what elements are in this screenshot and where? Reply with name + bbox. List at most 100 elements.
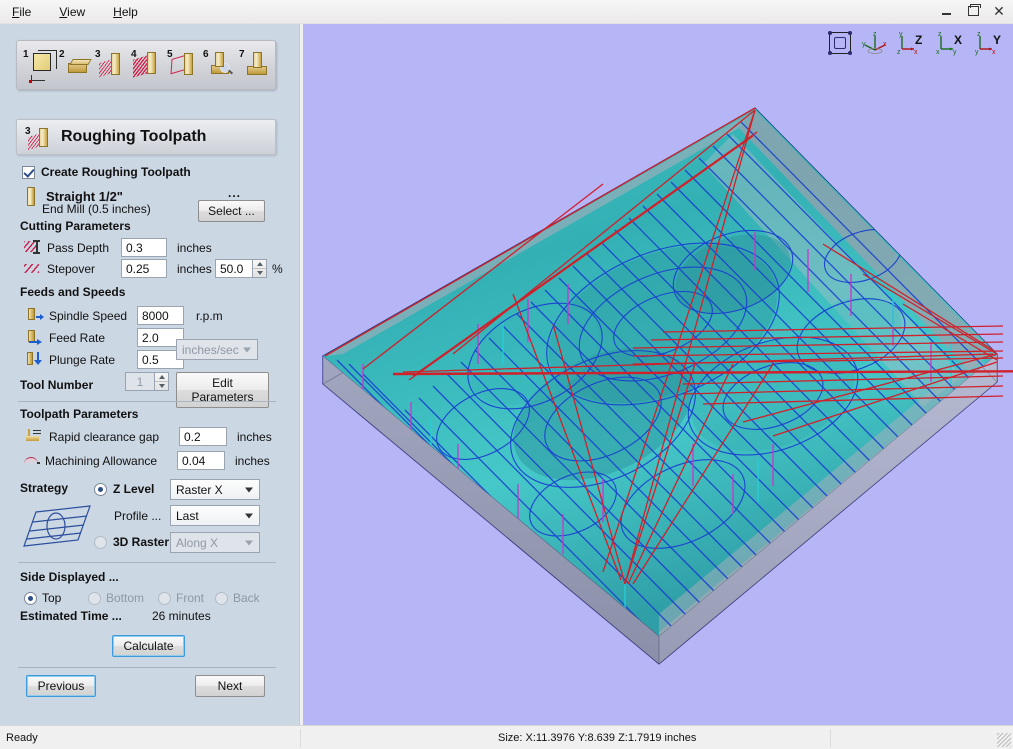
calculate-button[interactable]: Calculate	[112, 635, 185, 657]
menu-bar: File View Help ✕	[0, 0, 1013, 24]
divider-2	[18, 562, 276, 563]
chevron-down-icon	[243, 347, 251, 352]
stepover-label: Stepover	[47, 261, 96, 276]
pass-depth-unit: inches	[177, 240, 212, 255]
step-4-finishing-icon[interactable]: 4	[131, 47, 163, 83]
viewport-view-buttons: z y x y z x Z z x y X z y x Y	[827, 30, 1005, 56]
side-bottom-option: Bottom	[88, 591, 144, 605]
stepover-unit: inches	[177, 261, 212, 276]
side-back-label: Back	[233, 591, 260, 605]
chevron-down-icon	[245, 513, 253, 518]
strategy-z-level-radio[interactable]	[94, 482, 107, 496]
edit-parameters-button[interactable]: Edit Parameters	[176, 372, 269, 408]
select-tool-button[interactable]: Select ...	[198, 200, 265, 222]
stepover-percent-unit: %	[272, 261, 283, 276]
menu-items: File View Help	[8, 4, 142, 20]
side-back-option: Back	[215, 591, 260, 605]
side-displayed-heading: Side Displayed ...	[20, 570, 119, 584]
svg-text:z: z	[873, 31, 877, 38]
tool-number-label: Tool Number	[20, 378, 94, 392]
strategy-3d-raster-label: 3D Raster	[113, 535, 170, 549]
previous-button[interactable]: Previous	[26, 675, 96, 697]
create-roughing-toolpath-checkbox[interactable]	[22, 165, 35, 179]
strategy-illustration	[22, 502, 92, 550]
menu-file-rest: ile	[19, 5, 32, 19]
svg-text:y: y	[953, 49, 957, 56]
z-level-dropdown-value: Raster X	[176, 482, 223, 497]
step-3-roughing-icon[interactable]: 3	[95, 47, 127, 83]
feed-rate-icon	[26, 330, 43, 345]
step-6-preview-icon[interactable]: 6	[203, 47, 235, 83]
restore-button[interactable]	[965, 2, 981, 20]
step-5-number: 5	[167, 49, 173, 60]
3d-viewport[interactable]: z y x y z x Z z x y X z y x Y	[303, 24, 1013, 725]
rapid-clearance-gap-input[interactable]	[179, 427, 227, 446]
z-level-dropdown[interactable]: Raster X	[170, 479, 260, 500]
side-bottom-label: Bottom	[106, 591, 145, 605]
z-axis-view-icon[interactable]: y z x Z	[897, 30, 927, 56]
toolpath-parameters-heading: Toolpath Parameters	[20, 407, 139, 421]
status-ready: Ready	[6, 731, 38, 744]
menu-view[interactable]: View	[55, 4, 89, 20]
rate-units-dropdown[interactable]: inches/sec	[176, 339, 258, 360]
svg-text:z: z	[897, 49, 901, 56]
stepover-input[interactable]	[121, 259, 167, 278]
svg-text:x: x	[914, 49, 918, 56]
step-7-save-icon[interactable]: 7	[239, 47, 271, 83]
tool-number-input[interactable]	[125, 372, 155, 391]
side-top-option: Top	[24, 591, 61, 605]
panel-step-number: 3	[25, 126, 31, 137]
side-top-radio[interactable]	[24, 591, 37, 605]
rapid-clearance-gap-row: Rapid clearance gap inches	[26, 427, 272, 446]
estimated-time-value: 26 minutes	[152, 609, 211, 623]
status-size: Size: X:11.3976 Y:8.639 Z:1.7919 inches	[498, 731, 697, 744]
strategy-heading: Strategy	[20, 481, 69, 495]
spindle-speed-icon	[26, 308, 44, 323]
machining-allowance-label: Machining Allowance	[45, 453, 158, 468]
tool-number-stepper[interactable]	[155, 372, 169, 391]
close-button[interactable]: ✕	[991, 2, 1007, 20]
svg-text:x: x	[992, 49, 996, 56]
svg-text:y: y	[975, 49, 979, 56]
step-5-cutout-icon[interactable]: 5	[167, 47, 199, 83]
create-roughing-toolpath-row: Create Roughing Toolpath	[22, 165, 191, 179]
plunge-rate-row: Plunge Rate	[26, 350, 184, 369]
pass-depth-input[interactable]	[121, 238, 167, 257]
menu-help[interactable]: Help	[109, 4, 142, 20]
svg-text:z: z	[938, 31, 942, 38]
machining-allowance-row: Machining Allowance inches	[24, 451, 270, 470]
step-2-material-icon[interactable]: 2	[59, 47, 92, 83]
spindle-speed-input[interactable]	[137, 306, 184, 325]
svg-text:y: y	[899, 31, 903, 38]
machining-allowance-input[interactable]	[177, 451, 225, 470]
stepover-percent-input[interactable]	[215, 259, 253, 278]
3d-raster-dropdown-value: Along X	[176, 535, 219, 550]
side-back-radio[interactable]	[215, 591, 228, 605]
stepover-percent-stepper[interactable]	[253, 259, 267, 278]
y-axis-view-icon[interactable]: z y x Y	[975, 30, 1005, 56]
3d-raster-dropdown[interactable]: Along X	[170, 532, 260, 553]
svg-text:x: x	[936, 49, 940, 56]
resize-grip[interactable]	[997, 733, 1011, 747]
divider-1	[18, 401, 276, 402]
side-front-option: Front	[158, 591, 204, 605]
profile-dropdown[interactable]: Last	[170, 505, 260, 526]
feeds-and-speeds-heading: Feeds and Speeds	[20, 285, 126, 299]
step-1-model-icon[interactable]: 1	[23, 47, 57, 83]
side-front-radio[interactable]	[158, 591, 171, 605]
strategy-3d-raster-radio[interactable]	[94, 535, 107, 549]
menu-file[interactable]: File	[8, 4, 35, 20]
svg-text:x: x	[883, 41, 887, 48]
zoom-to-fit-icon[interactable]	[827, 30, 853, 56]
divider-3	[18, 667, 276, 668]
create-roughing-toolpath-label: Create Roughing Toolpath	[41, 165, 191, 179]
side-bottom-radio[interactable]	[88, 591, 101, 605]
spindle-speed-unit: r.p.m	[196, 308, 223, 323]
isometric-view-icon[interactable]: z y x	[862, 30, 888, 56]
page-title: Roughing Toolpath	[61, 128, 207, 145]
x-axis-view-icon[interactable]: z x y X	[936, 30, 966, 56]
strategy-profile-label: Profile ...	[114, 509, 162, 523]
next-button[interactable]: Next	[195, 675, 265, 697]
minimize-button[interactable]	[939, 2, 955, 20]
rapid-clearance-icon	[26, 429, 43, 444]
